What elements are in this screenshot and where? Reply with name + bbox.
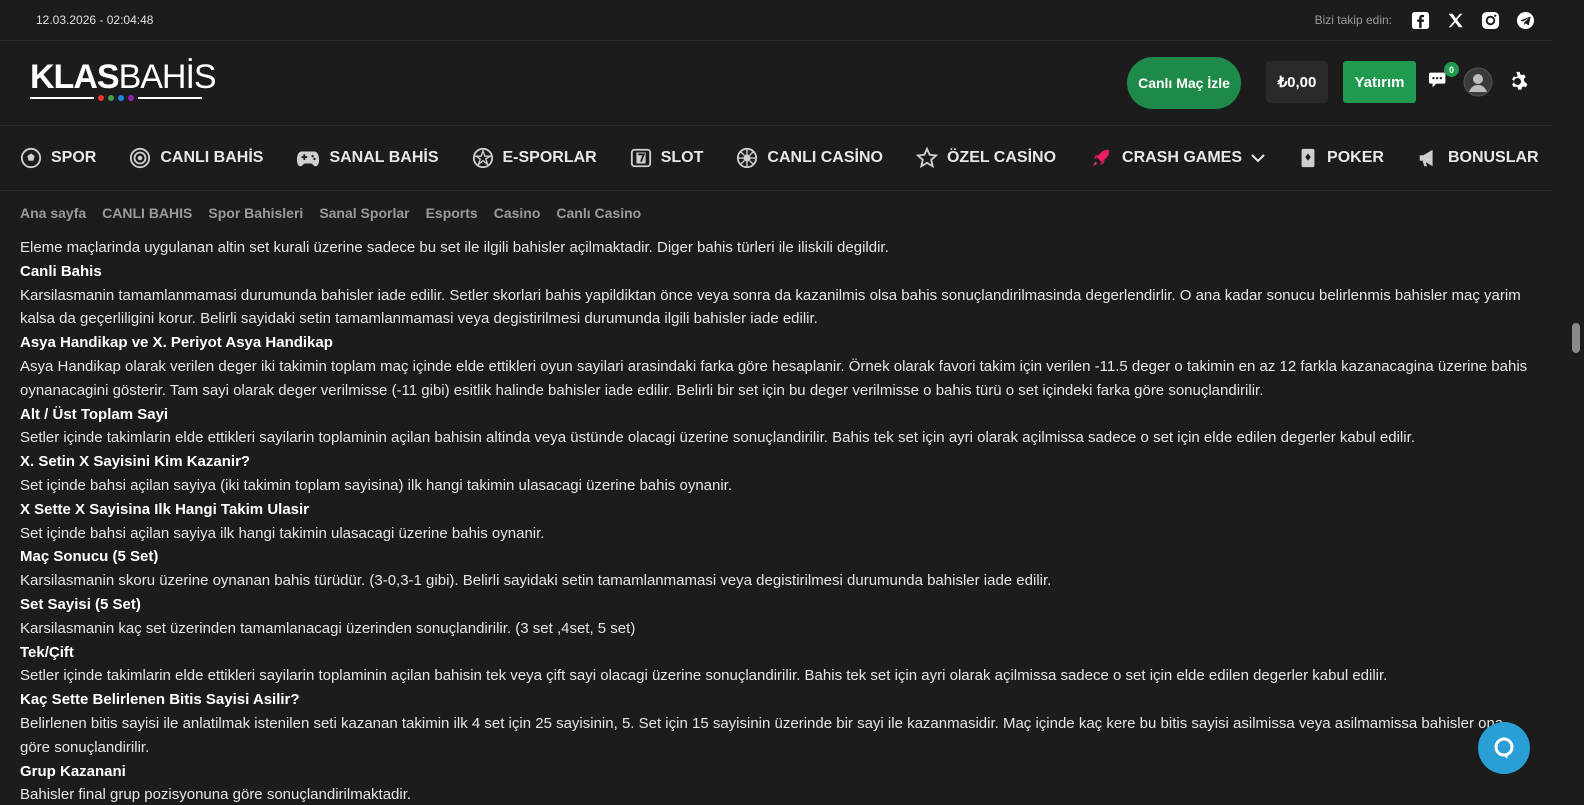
instagram-icon[interactable] bbox=[1479, 9, 1501, 31]
nav-item-label: SANAL BAHİS bbox=[329, 149, 439, 166]
main-nav: SPOR CANLI BAHİS SANAL BAHİS E-SPORLAR SLOT C… bbox=[0, 126, 1552, 191]
site-logo[interactable]: KLASBAHİS bbox=[30, 58, 217, 101]
messages-badge: 0 bbox=[1444, 62, 1459, 77]
section-heading: Alt / Üst Toplam Sayi bbox=[20, 405, 169, 423]
chevron-down-icon bbox=[1251, 153, 1265, 163]
nav-item-label: CRASH GAMES bbox=[1122, 149, 1243, 166]
nav-item-label: E-SPORLAR bbox=[502, 149, 597, 166]
star-icon bbox=[915, 147, 938, 169]
nav-item-label: ÖZEL CASİNO bbox=[946, 149, 1057, 166]
section-paragraph: Asya Handikap olarak verilen deger iki t… bbox=[20, 357, 1528, 399]
logo-light: BAHİS bbox=[118, 58, 217, 96]
section-heading: Grup Kazanani bbox=[20, 762, 126, 780]
section-paragraph: Set içinde bahsi açilan sayiya (iki taki… bbox=[20, 476, 733, 494]
section-heading: Asya Handikap ve X. Periyot Asya Handika… bbox=[20, 334, 333, 352]
gamepad-icon bbox=[296, 148, 320, 168]
section-paragraph: Belirlenen bitis sayisi ile anlatilmak i… bbox=[20, 714, 1504, 756]
messages-icon[interactable]: 0 bbox=[1428, 62, 1459, 96]
telegram-icon[interactable] bbox=[1514, 9, 1536, 31]
page-scrollbar[interactable] bbox=[1568, 0, 1584, 805]
breadcrumb-link[interactable]: Canlı Casino bbox=[556, 205, 641, 221]
nav-item-canli-bahi-s[interactable]: CANLI BAHİS bbox=[129, 147, 263, 169]
rules-content: Eleme maçlarinda uygulanan altin set kur… bbox=[20, 236, 1536, 805]
scrollbar-thumb[interactable] bbox=[1572, 323, 1580, 353]
nav-item-bonuslar[interactable]: BONUSLAR bbox=[1417, 147, 1539, 169]
rocket-icon bbox=[1089, 147, 1113, 169]
section-paragraph: Karsilasmanin tamamlanmamasi durumunda b… bbox=[20, 286, 1521, 328]
breadcrumb-link[interactable]: Casino bbox=[494, 205, 541, 221]
settings-gear-icon[interactable] bbox=[1507, 71, 1528, 97]
card-icon bbox=[1298, 147, 1318, 169]
nav-item-crash-games[interactable]: CRASH GAMES bbox=[1089, 147, 1265, 169]
section-paragraph: Bahisler final grup pozisyonuna göre son… bbox=[20, 786, 412, 804]
logo-dot bbox=[98, 95, 104, 101]
section-paragraph: Karsilasmanin skoru üzerine oynanan bahi… bbox=[20, 572, 1052, 590]
nav-item-slot[interactable]: SLOT bbox=[630, 147, 704, 169]
live-signal-icon bbox=[129, 147, 151, 169]
live-watch-button[interactable]: Canlı Maç İzle bbox=[1127, 57, 1241, 109]
social-follow: Bizi takip edin: bbox=[1315, 9, 1536, 31]
top-bar: 12.03.2026 - 02:04:48 Bizi takip edin: bbox=[0, 0, 1552, 41]
deposit-button[interactable]: Yatırım bbox=[1343, 61, 1416, 103]
section-paragraph: Eleme maçlarinda uygulanan altin set kur… bbox=[20, 239, 889, 256]
section-paragraph: Setler içinde takimlarin elde ettikleri … bbox=[20, 667, 1388, 685]
header: KLASBAHİS Canlı Maç İzle ₺0,00 Yatırım 0 bbox=[0, 41, 1552, 126]
section-heading: Kaç Sette Belirlenen Bitis Sayisi Asilir… bbox=[20, 691, 300, 709]
section-heading: X. Setin X Sayisini Kim Kazanir? bbox=[20, 453, 251, 471]
breadcrumb-link[interactable]: CANLI BAHIS bbox=[102, 205, 192, 221]
nav-item-spor[interactable]: SPOR bbox=[20, 147, 96, 169]
section-heading: Set Sayisi (5 Set) bbox=[20, 595, 141, 613]
breadcrumb-link[interactable]: Spor Bahisleri bbox=[208, 205, 303, 221]
x-icon[interactable] bbox=[1444, 9, 1466, 31]
logo-dot bbox=[108, 95, 114, 101]
nav-item-label: CANLI BAHİS bbox=[160, 149, 264, 166]
nav-item-label: SLOT bbox=[660, 149, 704, 166]
section-heading: X Sette X Sayisina Ilk Hangi Takim Ulasi… bbox=[20, 500, 310, 518]
logo-dot bbox=[118, 95, 124, 101]
nav-item-label: CANLI CASİNO bbox=[767, 149, 883, 166]
facebook-icon[interactable] bbox=[1409, 9, 1431, 31]
nav-item-label: SPOR bbox=[51, 149, 97, 166]
breadcrumb-link[interactable]: Sanal Sporlar bbox=[319, 205, 409, 221]
chevron-down-icon bbox=[1251, 154, 1265, 163]
chat-bubble-icon bbox=[1494, 737, 1514, 759]
nav-item-label: BONUSLAR bbox=[1447, 149, 1539, 166]
slot-seven-icon bbox=[630, 147, 652, 169]
nav-item-canli-casi-no[interactable]: CANLI CASİNO bbox=[736, 147, 883, 169]
live-chat-button[interactable] bbox=[1478, 722, 1530, 774]
breadcrumb-link[interactable]: Ana sayfa bbox=[20, 205, 86, 221]
balance-display[interactable]: ₺0,00 bbox=[1266, 61, 1328, 103]
nav-item-sanal-bahi-s[interactable]: SANAL BAHİS bbox=[296, 148, 439, 168]
section-paragraph: Set içinde bahsi açilan sayiya ilk hangi… bbox=[20, 524, 545, 542]
roulette-icon bbox=[736, 147, 758, 169]
datetime: 12.03.2026 - 02:04:48 bbox=[36, 13, 154, 27]
nav-item-poker[interactable]: POKER bbox=[1298, 147, 1384, 169]
section-heading: Tek/Çift bbox=[20, 643, 74, 661]
esports-icon bbox=[472, 147, 494, 169]
section-heading: Canli Bahis bbox=[20, 262, 102, 280]
logo-bold: KLAS bbox=[30, 58, 120, 96]
follow-label: Bizi takip edin: bbox=[1314, 13, 1392, 27]
section-heading: Maç Sonucu (5 Set) bbox=[20, 548, 159, 566]
soccer-ball-icon bbox=[20, 147, 42, 169]
section-paragraph: Setler içinde takimlarin elde ettikleri … bbox=[20, 429, 1415, 447]
logo-dot bbox=[128, 95, 134, 101]
breadcrumb: Ana sayfa CANLI BAHIS Spor Bahisleri Sanal … bbox=[20, 205, 641, 221]
nav-item-e-sporlar[interactable]: E-SPORLAR bbox=[472, 147, 597, 169]
avatar[interactable] bbox=[1463, 67, 1493, 102]
nav-item-özel-casi-no[interactable]: ÖZEL CASİNO bbox=[915, 147, 1057, 169]
section-paragraph: Karsilasmanin kaç set üzerinden tamamlan… bbox=[20, 619, 636, 637]
megaphone-icon bbox=[1417, 147, 1439, 169]
nav-item-label: POKER bbox=[1327, 149, 1384, 166]
breadcrumb-link[interactable]: Esports bbox=[426, 205, 478, 221]
